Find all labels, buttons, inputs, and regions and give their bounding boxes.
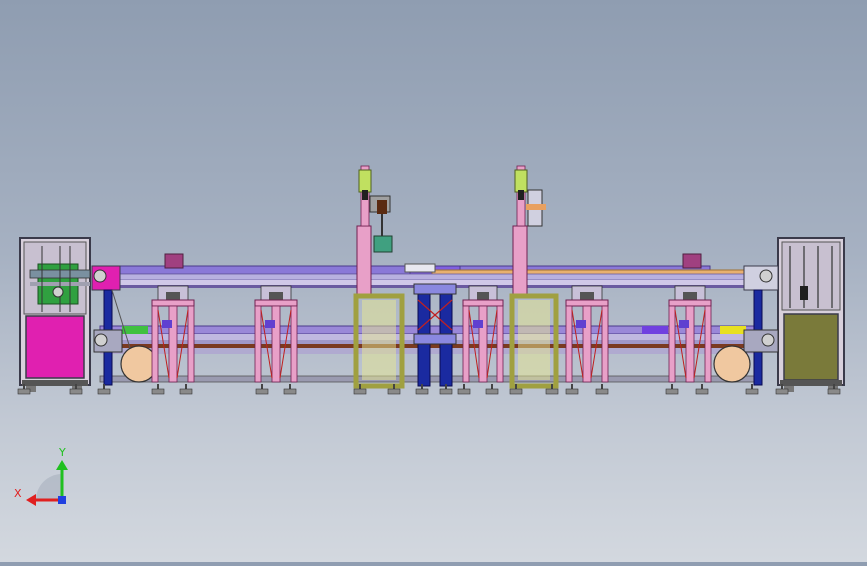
stand-module[interactable] xyxy=(668,285,712,383)
z-axis-marker xyxy=(58,496,66,504)
leveling-foot xyxy=(665,384,679,395)
leveling-foot xyxy=(179,384,193,395)
left-end-station[interactable] xyxy=(19,237,91,392)
leveling-foot xyxy=(565,384,579,395)
assembly-drawing: Y X xyxy=(14,165,845,506)
leveling-foot xyxy=(255,384,269,395)
right-end-station[interactable] xyxy=(777,237,845,392)
y-axis-label: Y xyxy=(58,446,66,459)
gantry-left-tool xyxy=(373,235,393,253)
coordinate-triad: Y X xyxy=(14,446,68,506)
leveling-foot xyxy=(595,384,609,395)
stand-module[interactable] xyxy=(254,285,298,383)
leveling-foot xyxy=(695,384,709,395)
leveling-foot xyxy=(457,384,471,395)
stand-module[interactable] xyxy=(462,285,504,383)
leveling-foot xyxy=(485,384,499,395)
leveling-foot xyxy=(151,384,165,395)
cad-viewport[interactable]: Y X xyxy=(0,0,867,562)
stand-module[interactable] xyxy=(151,285,195,383)
stand-module[interactable] xyxy=(565,285,609,383)
right-olive-panel xyxy=(783,313,839,381)
left-magenta-panel xyxy=(25,315,85,379)
center-blue-column[interactable] xyxy=(413,283,457,387)
right-motor xyxy=(713,345,751,383)
x-axis-label: X xyxy=(14,487,22,500)
leveling-foot xyxy=(283,384,297,395)
